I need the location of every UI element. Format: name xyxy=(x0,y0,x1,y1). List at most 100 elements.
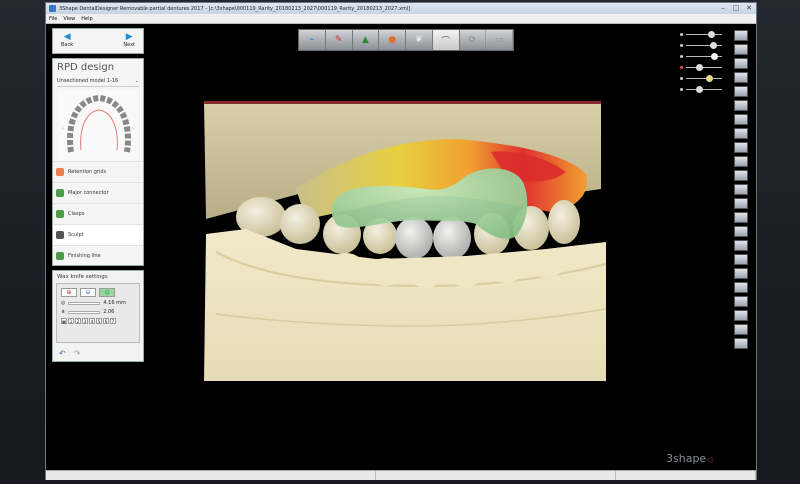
step-label: Retention grids xyxy=(68,169,107,175)
panel-title: RPD design xyxy=(57,62,115,73)
preset-4[interactable]: 4 xyxy=(89,318,95,324)
size-slider[interactable] xyxy=(68,301,101,305)
plus-icon: ⊕ xyxy=(66,289,72,296)
maximize-button[interactable]: □ xyxy=(731,4,741,12)
size-value: 4.16 mm xyxy=(103,300,126,306)
step-retention-grids[interactable]: Retention grids xyxy=(53,161,143,182)
lower-tooth-6 xyxy=(528,250,564,278)
retention-grid-icon xyxy=(56,168,64,176)
view-reset-icon[interactable] xyxy=(734,72,748,83)
filter-icon[interactable] xyxy=(734,296,748,307)
visibility-slider-6[interactable] xyxy=(680,85,724,95)
settings-icon[interactable] xyxy=(734,338,748,349)
tab-block-out[interactable]: ▲ xyxy=(353,30,380,50)
jaw-view-icon[interactable] xyxy=(734,184,748,195)
visibility-slider-1[interactable] xyxy=(680,30,724,40)
scan-icon: ⌁ xyxy=(309,35,315,45)
preset-6[interactable]: 6 xyxy=(103,318,109,324)
tab-rpd-design[interactable]: ⌒ xyxy=(432,30,460,50)
tab-scan[interactable]: ⌁ xyxy=(299,30,326,50)
step-clasps[interactable]: Clasps xyxy=(53,203,143,224)
visibility-slider-3[interactable] xyxy=(680,52,724,62)
status-section-1 xyxy=(46,471,376,480)
dental-model-view[interactable] xyxy=(46,24,756,470)
tab-save[interactable]: ⟳ xyxy=(460,30,487,50)
view-right-icon[interactable] xyxy=(734,100,748,111)
view-back-icon[interactable] xyxy=(734,128,748,139)
bite-icon[interactable] xyxy=(734,310,748,321)
upper-premolar-right xyxy=(548,200,580,244)
tooth-view-icon[interactable] xyxy=(734,170,748,181)
next-button[interactable]: ▶ Next xyxy=(123,32,135,50)
tab-export[interactable]: ▭ xyxy=(486,30,513,50)
redo-icon[interactable]: ↷ xyxy=(74,349,81,358)
transparency-icon[interactable] xyxy=(734,212,748,223)
wax-mode-toolbar: ⊕ ⊖ ◍ xyxy=(61,288,135,297)
preset-grid-icon[interactable]: ▦ xyxy=(61,318,67,324)
menu-bar: File View Help xyxy=(46,14,756,24)
menu-view[interactable]: View xyxy=(63,16,75,22)
app-icon xyxy=(49,5,56,12)
menu-help[interactable]: Help xyxy=(81,16,92,22)
step-finishing-line[interactable]: Finishing line xyxy=(53,245,143,266)
tab-relief[interactable]: ● xyxy=(379,30,406,50)
tab-tooth[interactable]: ❦ xyxy=(406,30,433,50)
view-left-icon[interactable] xyxy=(734,86,748,97)
preset-5[interactable]: 5 xyxy=(96,318,102,324)
app-window: 3Shape DentalDesigner Removable partial … xyxy=(45,2,757,480)
visibility-slider-4[interactable] xyxy=(680,63,724,73)
arrow-left-icon: ◀ xyxy=(63,32,71,42)
rpd-design-panel: RPD design Unsectioned model 1-16 ⌄ ‹ › xyxy=(52,58,144,266)
print-icon[interactable] xyxy=(734,324,748,335)
minimize-button[interactable]: – xyxy=(718,4,728,12)
tooth-chart[interactable]: ‹ › xyxy=(59,90,137,160)
menu-file[interactable]: File xyxy=(49,16,57,22)
visibility-slider-5[interactable] xyxy=(680,74,724,84)
wax-panel-title: Wax knife settings xyxy=(57,274,108,280)
chevron-down-icon: ⌄ xyxy=(134,78,139,84)
strength-slider[interactable] xyxy=(68,310,101,314)
lower-tooth-4 xyxy=(449,259,483,287)
ruler-icon[interactable] xyxy=(734,254,748,265)
back-label: Back xyxy=(61,42,74,48)
model-view-icon[interactable] xyxy=(734,198,748,209)
grid-icon[interactable] xyxy=(734,240,748,251)
lighting-icon[interactable] xyxy=(734,226,748,237)
sculpt-icon xyxy=(56,231,64,239)
screenshot-icon[interactable] xyxy=(734,282,748,293)
measure-icon[interactable] xyxy=(734,156,748,167)
view-top-icon[interactable] xyxy=(734,30,748,41)
status-section-3 xyxy=(616,471,756,480)
arrow-right-icon: ▶ xyxy=(125,32,133,42)
upper-model-rim xyxy=(204,101,601,104)
preset-1[interactable]: 1 xyxy=(68,318,74,324)
remove-wax-button[interactable]: ⊖ xyxy=(80,288,96,297)
preset-7[interactable]: 7 xyxy=(110,318,116,324)
tab-survey[interactable]: ✎ xyxy=(326,30,353,50)
3d-viewport[interactable]: ◀ Back ▶ Next RPD design Unsectioned mod… xyxy=(46,24,756,470)
survey-icon: ✎ xyxy=(334,35,343,45)
add-wax-button[interactable]: ⊕ xyxy=(61,288,77,297)
step-sculpt[interactable]: Sculpt xyxy=(53,224,143,245)
model-select[interactable]: Unsectioned model 1-16 ⌄ xyxy=(57,76,139,87)
upper-premolar-left xyxy=(280,204,320,244)
view-front-icon[interactable] xyxy=(734,44,748,55)
close-button[interactable]: ✕ xyxy=(744,4,754,12)
camera-icon[interactable] xyxy=(734,268,748,279)
dental-arch-icon: ‹ › xyxy=(62,94,134,153)
step-major-connector[interactable]: Major connector xyxy=(53,182,143,203)
view-bottom-icon[interactable] xyxy=(734,114,748,125)
section-icon[interactable] xyxy=(734,142,748,153)
step-label: Major connector xyxy=(68,190,109,196)
step-label: Sculpt xyxy=(68,232,84,238)
relief-icon: ● xyxy=(388,35,397,45)
lower-tooth-1 xyxy=(328,253,364,281)
preset-3[interactable]: 3 xyxy=(82,318,88,324)
view-rotate-icon[interactable] xyxy=(734,58,748,69)
undo-icon[interactable]: ↶ xyxy=(59,349,66,358)
back-button[interactable]: ◀ Back xyxy=(61,32,73,50)
visibility-slider-2[interactable] xyxy=(680,41,724,51)
smooth-wax-button[interactable]: ◍ xyxy=(99,288,115,297)
size-icon: ◎ xyxy=(61,300,66,306)
preset-2[interactable]: 2 xyxy=(75,318,81,324)
